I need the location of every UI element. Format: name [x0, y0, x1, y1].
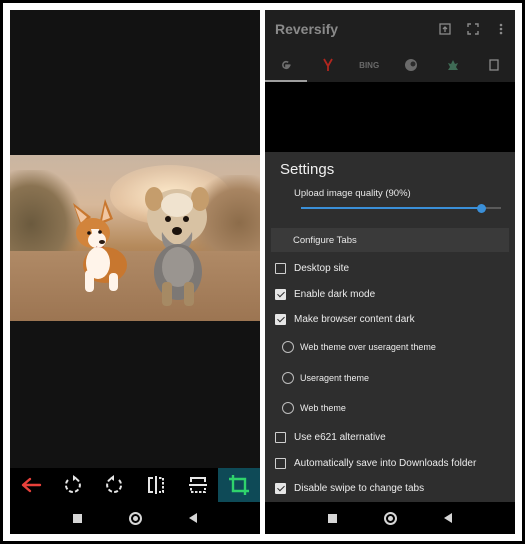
nav-back-button[interactable]: [188, 513, 197, 523]
checkbox[interactable]: [275, 288, 286, 300]
recents-button[interactable]: [328, 513, 338, 523]
yandex-icon: [322, 58, 333, 71]
flip-horizontal-button[interactable]: [135, 468, 177, 502]
crop-icon: [229, 475, 250, 495]
settings-option-4[interactable]: Useragent theme: [282, 368, 369, 388]
app-title: Reversify: [275, 21, 339, 37]
open-tab-button[interactable]: [431, 23, 459, 35]
app-bar: Reversify: [265, 10, 515, 48]
checkbox[interactable]: [275, 457, 286, 469]
corgi-dog: [73, 199, 127, 292]
android-navbar-right: [265, 502, 515, 534]
settings-option-5[interactable]: Web theme: [282, 398, 346, 418]
more-tab-icon: [489, 59, 499, 71]
option-label: Web theme over useragent theme: [300, 342, 436, 352]
option-label: Enable dark mode: [294, 288, 376, 300]
fullscreen-icon: [467, 23, 479, 35]
tab-tineye[interactable]: [390, 48, 432, 82]
rotate-right-button[interactable]: [93, 468, 135, 502]
engine-tabs: BING: [265, 48, 515, 82]
option-label: Make browser content dark: [294, 313, 415, 325]
settings-option-2[interactable]: Make browser content dark: [275, 309, 415, 329]
checkbox[interactable]: [275, 262, 286, 274]
radio-button[interactable]: [282, 402, 294, 414]
option-label: Useragent theme: [300, 373, 370, 383]
upload-quality-slider[interactable]: [301, 203, 501, 213]
open-tab-icon: [439, 23, 451, 35]
settings-option-7[interactable]: Automatically save into Downloads folder: [275, 453, 476, 473]
upload-quality-label: Upload image quality (90%): [294, 188, 411, 199]
option-label: Desktop site: [294, 262, 350, 274]
fullscreen-button[interactable]: [459, 23, 487, 35]
settings-option-0[interactable]: Desktop site: [275, 258, 349, 278]
checkbox[interactable]: [275, 431, 286, 443]
tab-saucenao[interactable]: [432, 48, 474, 82]
google-icon: [281, 60, 291, 70]
settings-option-3[interactable]: Web theme over useragent theme: [282, 337, 436, 357]
tab-yandex[interactable]: [307, 48, 349, 82]
nav-back-button[interactable]: [443, 513, 452, 523]
home-button[interactable]: [128, 511, 142, 525]
browser-webview: [265, 82, 515, 152]
tab-google[interactable]: [265, 48, 307, 82]
recents-button[interactable]: [73, 513, 83, 523]
tineye-icon: [404, 59, 417, 71]
dogs-photo: [10, 155, 260, 321]
tab-more[interactable]: [473, 48, 515, 82]
checkbox[interactable]: [275, 313, 286, 325]
back-button[interactable]: [10, 468, 52, 502]
flip-vertical-icon: [188, 477, 207, 493]
more-options-button[interactable]: [487, 23, 515, 35]
slider-fill: [301, 207, 481, 209]
android-navbar: [10, 502, 260, 534]
slider-thumb[interactable]: [476, 203, 486, 213]
image-editor-screen: [10, 10, 260, 534]
settings-title: Settings: [280, 161, 335, 178]
editor-toolbar: [10, 468, 260, 502]
bing-label: BING: [359, 60, 380, 70]
crop-button[interactable]: [218, 468, 260, 502]
home-button[interactable]: [383, 511, 397, 525]
settings-option-1[interactable]: Enable dark mode: [275, 284, 375, 304]
reversify-screen: Reversify BING Settings Upload image qua…: [265, 10, 515, 534]
flip-horizontal-icon: [147, 476, 164, 494]
rotate-left-button[interactable]: [52, 468, 94, 502]
option-label: Web theme: [300, 403, 346, 413]
configure-tabs-button[interactable]: Configure Tabs: [271, 228, 509, 252]
more-vert-icon: [499, 23, 503, 35]
settings-option-6[interactable]: Use e621 alternative: [275, 427, 386, 447]
back-arrow-icon: [21, 477, 42, 493]
flip-vertical-button[interactable]: [177, 468, 219, 502]
tab-bing[interactable]: BING: [348, 48, 390, 82]
option-label: Automatically save into Downloads folder: [294, 457, 477, 469]
rotate-left-icon: [64, 475, 81, 493]
radio-button[interactable]: [282, 372, 294, 384]
yorkie-dog: [145, 187, 209, 306]
checkbox[interactable]: [275, 482, 286, 494]
settings-sheet: Settings Upload image quality (90%) Conf…: [265, 152, 515, 502]
option-label: Use e621 alternative: [294, 431, 386, 443]
radio-button[interactable]: [282, 341, 294, 353]
saucenao-icon: [447, 60, 458, 70]
settings-option-8[interactable]: Disable swipe to change tabs: [275, 478, 424, 498]
rotate-right-icon: [106, 475, 123, 493]
option-label: Disable swipe to change tabs: [294, 482, 425, 494]
